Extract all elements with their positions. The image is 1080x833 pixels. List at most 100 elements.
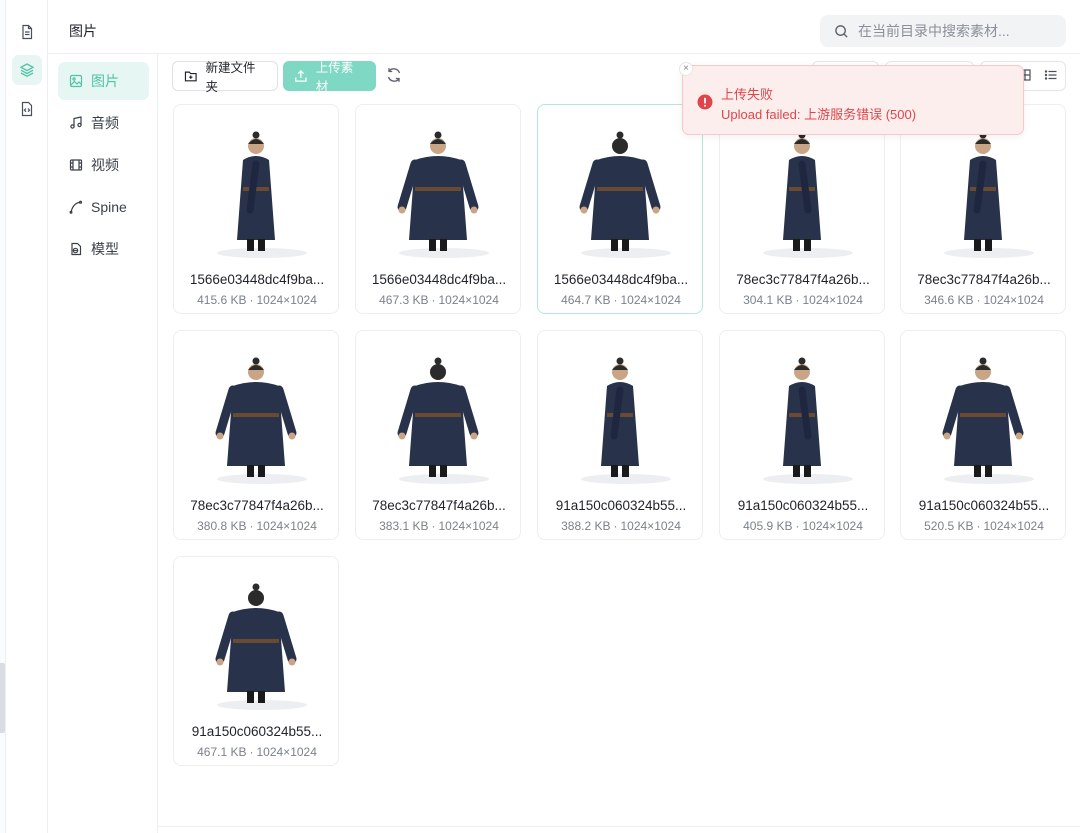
refresh-icon[interactable] [385, 66, 403, 84]
asset-meta: 520.5 KB · 1024×1024 [924, 519, 1044, 533]
asset-card[interactable]: 91a150c060324b55... 405.9 KB · 1024×1024 [719, 330, 885, 540]
asset-dimensions: 1024×1024 [802, 519, 863, 533]
category-nav: 图片 音频 视频 Spine 模型 [48, 54, 158, 833]
asset-dimensions: 1024×1024 [438, 293, 499, 307]
asset-dimensions: 1024×1024 [256, 519, 317, 533]
asset-meta: 405.9 KB · 1024×1024 [743, 519, 863, 533]
film-icon [69, 159, 83, 171]
asset-size: 467.3 KB [379, 293, 429, 307]
asset-thumbnail [181, 112, 331, 264]
toast-title: 上传失败 [721, 87, 774, 102]
new-folder-button[interactable]: 新建文件夹 [172, 61, 278, 94]
character-figure [217, 131, 307, 258]
error-toast: × 上传失败 Upload failed: 上游服务错误 (500) [679, 62, 1024, 135]
asset-card[interactable]: 78ec3c77847f4a26b... 380.8 KB · 1024×1024 [173, 330, 339, 540]
asset-meta: 388.2 KB · 1024×1024 [561, 519, 681, 533]
asset-dimensions: 1024×1024 [983, 519, 1044, 533]
nav-label: 模型 [91, 241, 119, 257]
asset-card[interactable]: 1566e03448dc4f9ba... 415.6 KB · 1024×1024 [173, 104, 339, 314]
music-note-icon [70, 116, 82, 129]
nav-item-images[interactable]: 图片 [58, 62, 149, 100]
left-rail [0, 0, 48, 833]
resize-handle[interactable] [0, 663, 5, 733]
divider [158, 826, 1080, 827]
asset-thumbnail [727, 338, 877, 490]
asset-size: 388.2 KB [561, 519, 611, 533]
asset-card[interactable]: 78ec3c77847f4a26b... 346.6 KB · 1024×1024 [900, 104, 1066, 314]
nav-item-audio[interactable]: 音频 [58, 104, 149, 142]
asset-dimensions: 1024×1024 [983, 293, 1044, 307]
asset-meta: 467.1 KB · 1024×1024 [197, 745, 317, 759]
asset-thumbnail [545, 112, 695, 264]
nav-item-spine[interactable]: Spine [58, 188, 149, 226]
character-figure [579, 131, 671, 258]
search-box[interactable] [820, 15, 1066, 47]
asset-name: 91a150c060324b55... [918, 498, 1050, 513]
asset-meta: 464.7 KB · 1024×1024 [561, 293, 681, 307]
document-icon[interactable] [12, 17, 42, 47]
asset-card[interactable]: 78ec3c77847f4a26b... 383.1 KB · 1024×1024 [355, 330, 521, 540]
asset-dimensions: 1024×1024 [256, 745, 317, 759]
nav-item-video[interactable]: 视频 [58, 146, 149, 184]
asset-meta: 467.3 KB · 1024×1024 [379, 293, 499, 307]
asset-thumbnail [363, 112, 513, 264]
asset-name: 78ec3c77847f4a26b... [917, 272, 1051, 287]
asset-meta: 383.1 KB · 1024×1024 [379, 519, 499, 533]
nav-label: Spine [91, 199, 127, 215]
list-view-icon[interactable] [1044, 68, 1058, 82]
asset-dimensions: 1024×1024 [620, 293, 681, 307]
nav-label: 音频 [91, 115, 119, 131]
asset-card[interactable]: 91a150c060324b55... 520.5 KB · 1024×1024 [900, 330, 1066, 540]
toast-message: Upload failed: 上游服务错误 (500) [721, 107, 917, 122]
asset-card[interactable]: 91a150c060324b55... 467.1 KB · 1024×1024 [173, 556, 339, 766]
spine-curve-icon [69, 200, 83, 214]
asset-dimensions: 1024×1024 [620, 519, 681, 533]
nav-label: 视频 [91, 157, 119, 173]
asset-name: 91a150c060324b55... [191, 724, 323, 739]
character-figure [215, 357, 307, 484]
asset-size: 383.1 KB [379, 519, 429, 533]
upload-button[interactable]: 上传素材 [283, 61, 376, 94]
asset-name: 91a150c060324b55... [737, 498, 869, 513]
header: 图片 [48, 0, 1080, 54]
layers-icon[interactable] [12, 55, 42, 85]
asset-meta: 304.1 KB · 1024×1024 [743, 293, 863, 307]
asset-name: 1566e03448dc4f9ba... [371, 272, 507, 287]
asset-size: 304.1 KB [743, 293, 793, 307]
asset-name: 1566e03448dc4f9ba... [189, 272, 325, 287]
asset-card[interactable]: 1566e03448dc4f9ba... 467.3 KB · 1024×1024 [355, 104, 521, 314]
character-figure [215, 583, 307, 710]
upload-icon [295, 69, 307, 82]
code-file-icon[interactable] [12, 94, 42, 124]
asset-name: 78ec3c77847f4a26b... [190, 498, 324, 513]
folder-plus-icon [184, 71, 197, 82]
asset-thumbnail [545, 338, 695, 490]
asset-dimensions: 1024×1024 [256, 293, 317, 307]
error-circle-icon [697, 94, 713, 110]
search-input[interactable] [858, 23, 1038, 39]
asset-meta: 380.8 KB · 1024×1024 [197, 519, 317, 533]
asset-name: 1566e03448dc4f9ba... [553, 272, 689, 287]
asset-meta: 415.6 KB · 1024×1024 [197, 293, 317, 307]
asset-card[interactable]: 91a150c060324b55... 388.2 KB · 1024×1024 [537, 330, 703, 540]
character-figure [397, 357, 489, 484]
asset-name: 78ec3c77847f4a26b... [736, 272, 870, 287]
character-figure [942, 357, 1034, 484]
asset-meta: 346.6 KB · 1024×1024 [924, 293, 1044, 307]
nav-item-model[interactable]: 模型 [58, 230, 149, 268]
character-figure [763, 357, 853, 484]
asset-size: 415.6 KB [197, 293, 247, 307]
nav-label: 图片 [91, 73, 119, 89]
close-icon[interactable]: × [679, 62, 693, 76]
upload-label: 上传素材 [315, 61, 354, 94]
new-folder-label: 新建文件夹 [205, 61, 256, 94]
asset-card[interactable]: 78ec3c77847f4a26b... 304.1 KB · 1024×1024 [719, 104, 885, 314]
asset-size: 380.8 KB [197, 519, 247, 533]
asset-card[interactable]: 1566e03448dc4f9ba... 464.7 KB · 1024×1024 [537, 104, 703, 314]
character-figure [581, 357, 671, 484]
asset-name: 78ec3c77847f4a26b... [372, 498, 506, 513]
asset-thumbnail [363, 338, 513, 490]
asset-thumbnail [181, 564, 331, 716]
asset-size: 467.1 KB [197, 745, 247, 759]
asset-thumbnail [181, 338, 331, 490]
